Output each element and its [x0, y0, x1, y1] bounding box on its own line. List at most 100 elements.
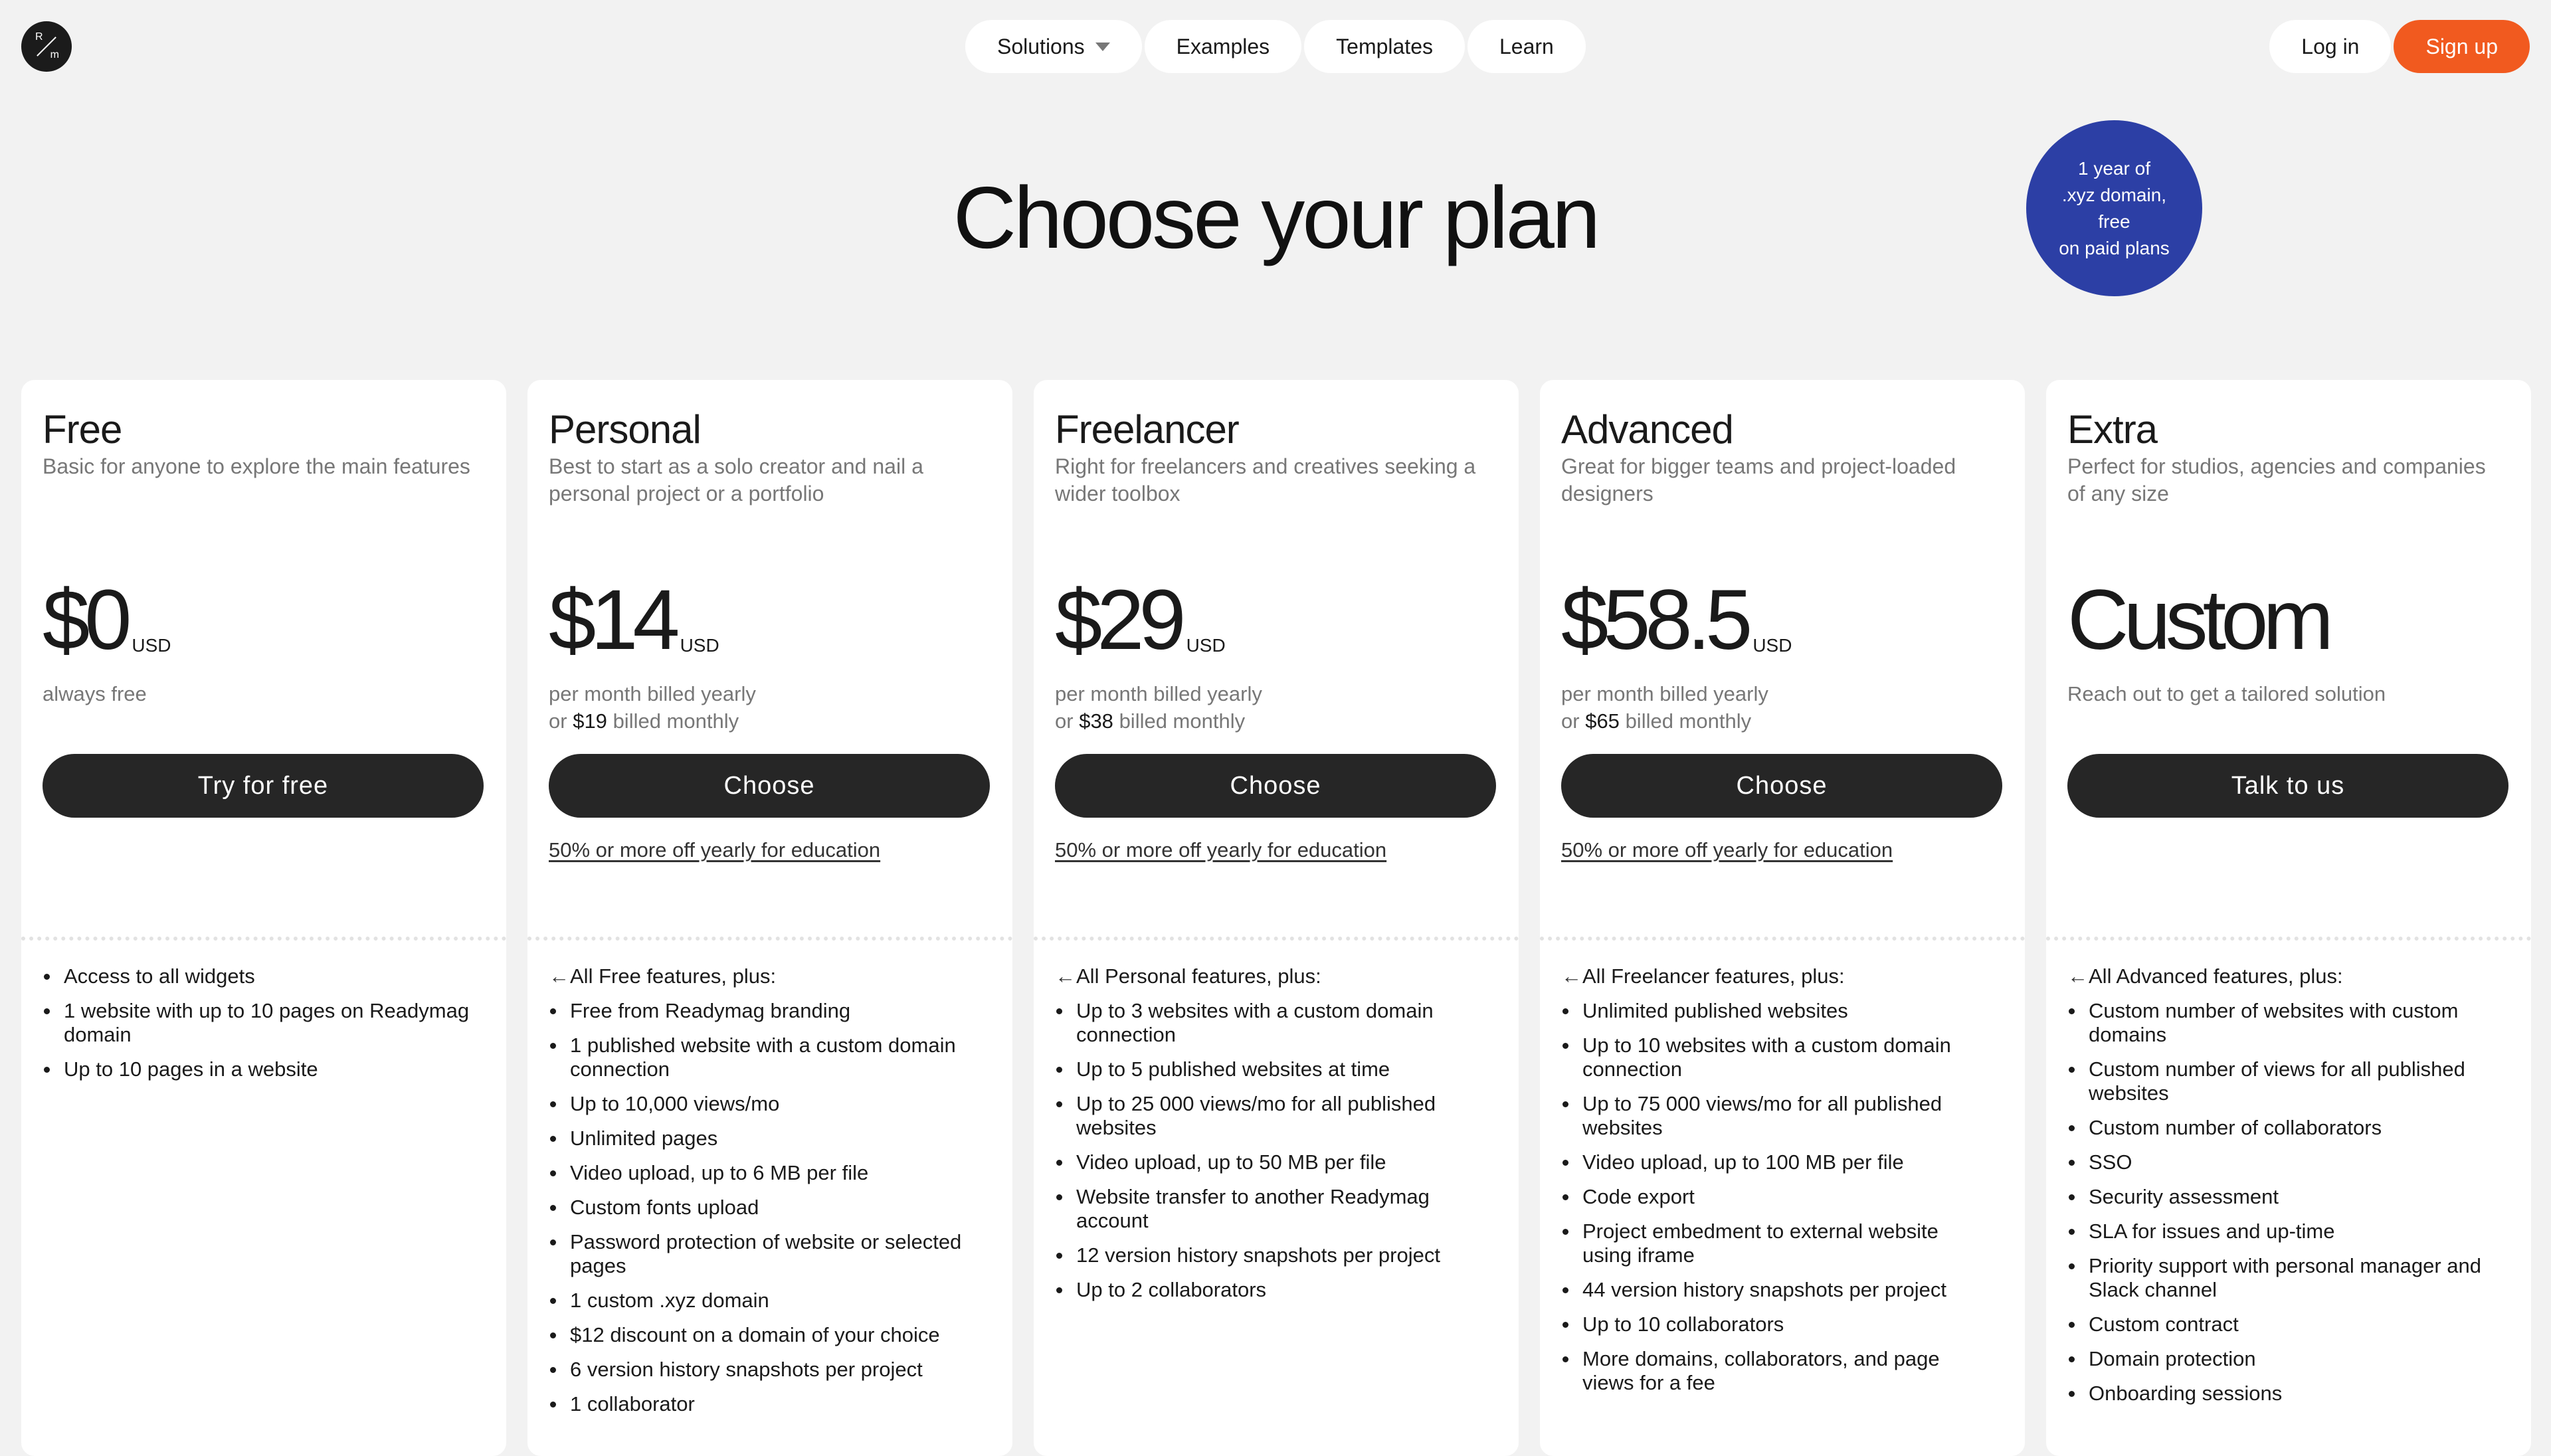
feature-item: SLA for issues and up-time	[2067, 1220, 2499, 1243]
feature-item: Access to all widgets	[43, 964, 474, 988]
feature-item: Up to 10 websites with a custom domain c…	[1561, 1034, 1993, 1081]
plan-price: $29	[1055, 573, 1186, 668]
nav-learn-label: Learn	[1499, 34, 1554, 58]
feature-item: Password protection of website or select…	[549, 1230, 981, 1278]
readymag-logo[interactable]: R m	[21, 21, 72, 72]
feature-list: ← All Advanced features, plus: Custom num…	[2067, 964, 2499, 1416]
divider	[527, 937, 1012, 941]
monthly-price: $38	[1079, 709, 1113, 733]
main-nav: Solutions Examples Templates Learn	[965, 20, 1586, 73]
plan-description: Right for freelancers and creatives seek…	[1055, 454, 1476, 505]
feature-lead: ← All Advanced features, plus:	[2067, 964, 2499, 988]
auth-buttons: Log in Sign up	[2269, 20, 2530, 73]
billing-monthly-suffix: billed monthly	[613, 709, 739, 733]
education-discount-link[interactable]: 50% or more off yearly for education	[1055, 838, 1386, 862]
login-button[interactable]: Log in	[2269, 20, 2392, 73]
nav-examples-label: Examples	[1176, 34, 1270, 58]
billing-monthly: or $38 billed monthly	[1055, 707, 1262, 735]
feature-item: Up to 75 000 views/mo for all published …	[1561, 1092, 1993, 1140]
billing-or: or	[1561, 709, 1580, 733]
billing-info: always free	[43, 680, 147, 707]
nav-templates-label: Templates	[1336, 34, 1433, 58]
signup-button[interactable]: Sign up	[2394, 20, 2530, 73]
plan-card-free: Free Basic for anyone to explore the mai…	[21, 380, 506, 1456]
price-row: $0 USD	[43, 578, 171, 663]
arrow-left-icon: ←	[1055, 964, 1076, 988]
divider	[2046, 937, 2531, 941]
feature-list: ← All Freelancer features, plus: Unlimite…	[1561, 964, 1993, 1406]
feature-item: 44 version history snapshots per project	[1561, 1278, 1993, 1302]
feature-item: Up to 10,000 views/mo	[549, 1092, 981, 1116]
talk-to-us-button[interactable]: Talk to us	[2067, 754, 2508, 818]
feature-list: ← All Free features, plus: Free from Read…	[549, 964, 981, 1427]
price-currency: USD	[1752, 635, 1792, 656]
choose-button[interactable]: Choose	[549, 754, 990, 818]
price-currency: USD	[132, 635, 171, 656]
plan-description: Best to start as a solo creator and nail…	[549, 454, 923, 505]
plan-description: Great for bigger teams and project-loade…	[1561, 454, 1956, 505]
feature-item: More domains, collaborators, and page vi…	[1561, 1347, 1993, 1395]
price-currency: USD	[680, 635, 719, 656]
arrow-left-icon: ←	[2067, 964, 2088, 988]
feature-list: Access to all widgets 1 website with up …	[43, 964, 474, 1092]
feature-item: Project embedment to external website us…	[1561, 1220, 1993, 1267]
plan-price: $14	[549, 573, 680, 668]
nav-solutions-label: Solutions	[997, 34, 1085, 58]
choose-button[interactable]: Choose	[1055, 754, 1496, 818]
plan-card-advanced: Advanced Great for bigger teams and proj…	[1540, 380, 2025, 1456]
monthly-price: $19	[573, 709, 607, 733]
plan-card-personal: Personal Best to start as a solo creator…	[527, 380, 1012, 1456]
divider	[1540, 937, 2025, 941]
feature-list: ← All Personal features, plus: Up to 3 we…	[1055, 964, 1487, 1313]
feature-item: Up to 25 000 views/mo for all published …	[1055, 1092, 1487, 1140]
price-currency: USD	[1186, 635, 1226, 656]
plan-name: Advanced	[1561, 407, 1734, 452]
feature-item: Code export	[1561, 1185, 1993, 1209]
billing-info: per month billed yearly or $65 billed mo…	[1561, 680, 1768, 735]
plan-price: $0	[43, 573, 132, 668]
plan-card-extra: Extra Perfect for studios, agencies and …	[2046, 380, 2531, 1456]
feature-item: Onboarding sessions	[2067, 1382, 2499, 1406]
billing-line: always free	[43, 682, 147, 705]
feature-item: Unlimited pages	[549, 1127, 981, 1150]
education-discount-link[interactable]: 50% or more off yearly for education	[549, 838, 880, 862]
divider	[21, 937, 506, 941]
feature-lead-text: All Advanced features, plus:	[2089, 964, 2343, 988]
feature-lead-text: All Personal features, plus:	[1076, 964, 1321, 988]
feature-lead: ← All Free features, plus:	[549, 964, 981, 988]
price-row: Custom	[2067, 573, 2334, 668]
plan-name: Free	[43, 407, 122, 452]
nav-examples[interactable]: Examples	[1144, 20, 1302, 73]
divider	[1034, 937, 1519, 941]
billing-monthly-suffix: billed monthly	[1119, 709, 1246, 733]
billing-monthly: or $65 billed monthly	[1561, 707, 1768, 735]
feature-item: 1 collaborator	[549, 1392, 981, 1416]
feature-item: Domain protection	[2067, 1347, 2499, 1371]
feature-item: 1 website with up to 10 pages on Readyma…	[43, 999, 474, 1047]
feature-item: Security assessment	[2067, 1185, 2499, 1209]
education-discount-link[interactable]: 50% or more off yearly for education	[1561, 838, 1893, 862]
choose-button[interactable]: Choose	[1561, 754, 2002, 818]
feature-item: $12 discount on a domain of your choice	[549, 1323, 981, 1347]
billing-info: per month billed yearly or $38 billed mo…	[1055, 680, 1262, 735]
nav-templates[interactable]: Templates	[1304, 20, 1465, 73]
billing-info: Reach out to get a tailored solution	[2067, 680, 2386, 707]
feature-item: Unlimited published websites	[1561, 999, 1993, 1023]
try-for-free-button[interactable]: Try for free	[43, 754, 484, 818]
plan-name: Freelancer	[1055, 407, 1240, 452]
feature-lead: ← All Personal features, plus:	[1055, 964, 1487, 988]
feature-lead-text: All Free features, plus:	[570, 964, 777, 988]
feature-item: Up to 10 pages in a website	[43, 1057, 474, 1081]
nav-learn[interactable]: Learn	[1467, 20, 1586, 73]
plan-name: Extra	[2067, 407, 2158, 452]
feature-item: Website transfer to another Readymag acc…	[1055, 1185, 1487, 1233]
billing-line: Reach out to get a tailored solution	[2067, 682, 2386, 705]
nav-solutions[interactable]: Solutions	[965, 20, 1142, 73]
feature-item: Video upload, up to 50 MB per file	[1055, 1150, 1487, 1174]
feature-item: Up to 2 collaborators	[1055, 1278, 1487, 1302]
feature-lead-text: All Freelancer features, plus:	[1582, 964, 1845, 988]
plan-price: Custom	[2067, 573, 2334, 668]
billing-or: or	[1055, 709, 1074, 733]
feature-item: Custom number of views for all published…	[2067, 1057, 2499, 1105]
price-row: $58.5 USD	[1561, 578, 1792, 663]
